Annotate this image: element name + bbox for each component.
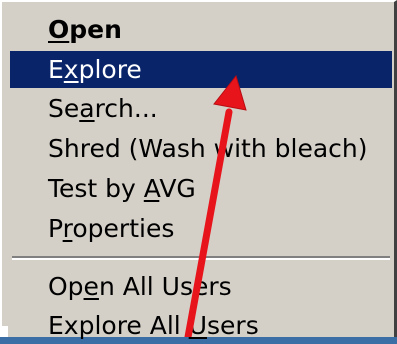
menu-item-open-accelerator: O [48,15,70,44]
menu-item-open-all-users-label-pre: Op [48,272,84,301]
menu-item-properties-accelerator: r [62,214,73,243]
menu-item-test-by-avg[interactable]: Test by AVG [10,170,392,207]
menu-item-shred-label: Shred (Wash with bleach) [48,134,368,163]
menu-item-explore[interactable]: Explore [10,51,392,88]
menu-item-search-label-post: rch... [94,94,158,123]
menu-item-open[interactable]: Open [10,11,392,48]
menu-item-search-label-pre: Se [48,94,80,123]
menu-item-open-all-users-label-post: n All Users [98,272,232,301]
context-menu: Open Explore Search... Shred (Wash with … [0,0,397,340]
menu-item-test-by-avg-label-pre: Test by [48,174,144,203]
menu-item-explore-label-pre: E [48,55,64,84]
menu-item-properties[interactable]: Properties [10,210,392,247]
menu-item-search[interactable]: Search... [10,90,392,127]
menu-item-test-by-avg-label-post: VG [159,174,196,203]
menu-item-test-by-avg-accelerator: A [143,174,160,203]
menu-item-explore-all-users-label-post: sers [207,311,259,340]
menu-item-open-all-users[interactable]: Open All Users [10,268,392,305]
menu-item-explore-accelerator: x [63,55,79,84]
menu-item-properties-label-pre: P [48,214,63,243]
menu-item-shred[interactable]: Shred (Wash with bleach) [10,130,392,167]
menu-item-explore-all-users-accelerator: U [188,311,208,340]
menu-item-explore-all-users-label-pre: Explore All [48,311,189,340]
menu-separator [12,256,390,260]
menu-item-explore-all-users[interactable]: Explore All Users [10,307,392,344]
menu-item-properties-label-post: operties [72,214,175,243]
menu-item-explore-label-post: plore [78,55,142,84]
menu-item-open-label-post: pen [69,15,122,44]
menu-item-search-accelerator: a [79,94,95,123]
background-edge [0,326,8,337]
menu-item-open-all-users-accelerator: e [83,272,99,301]
